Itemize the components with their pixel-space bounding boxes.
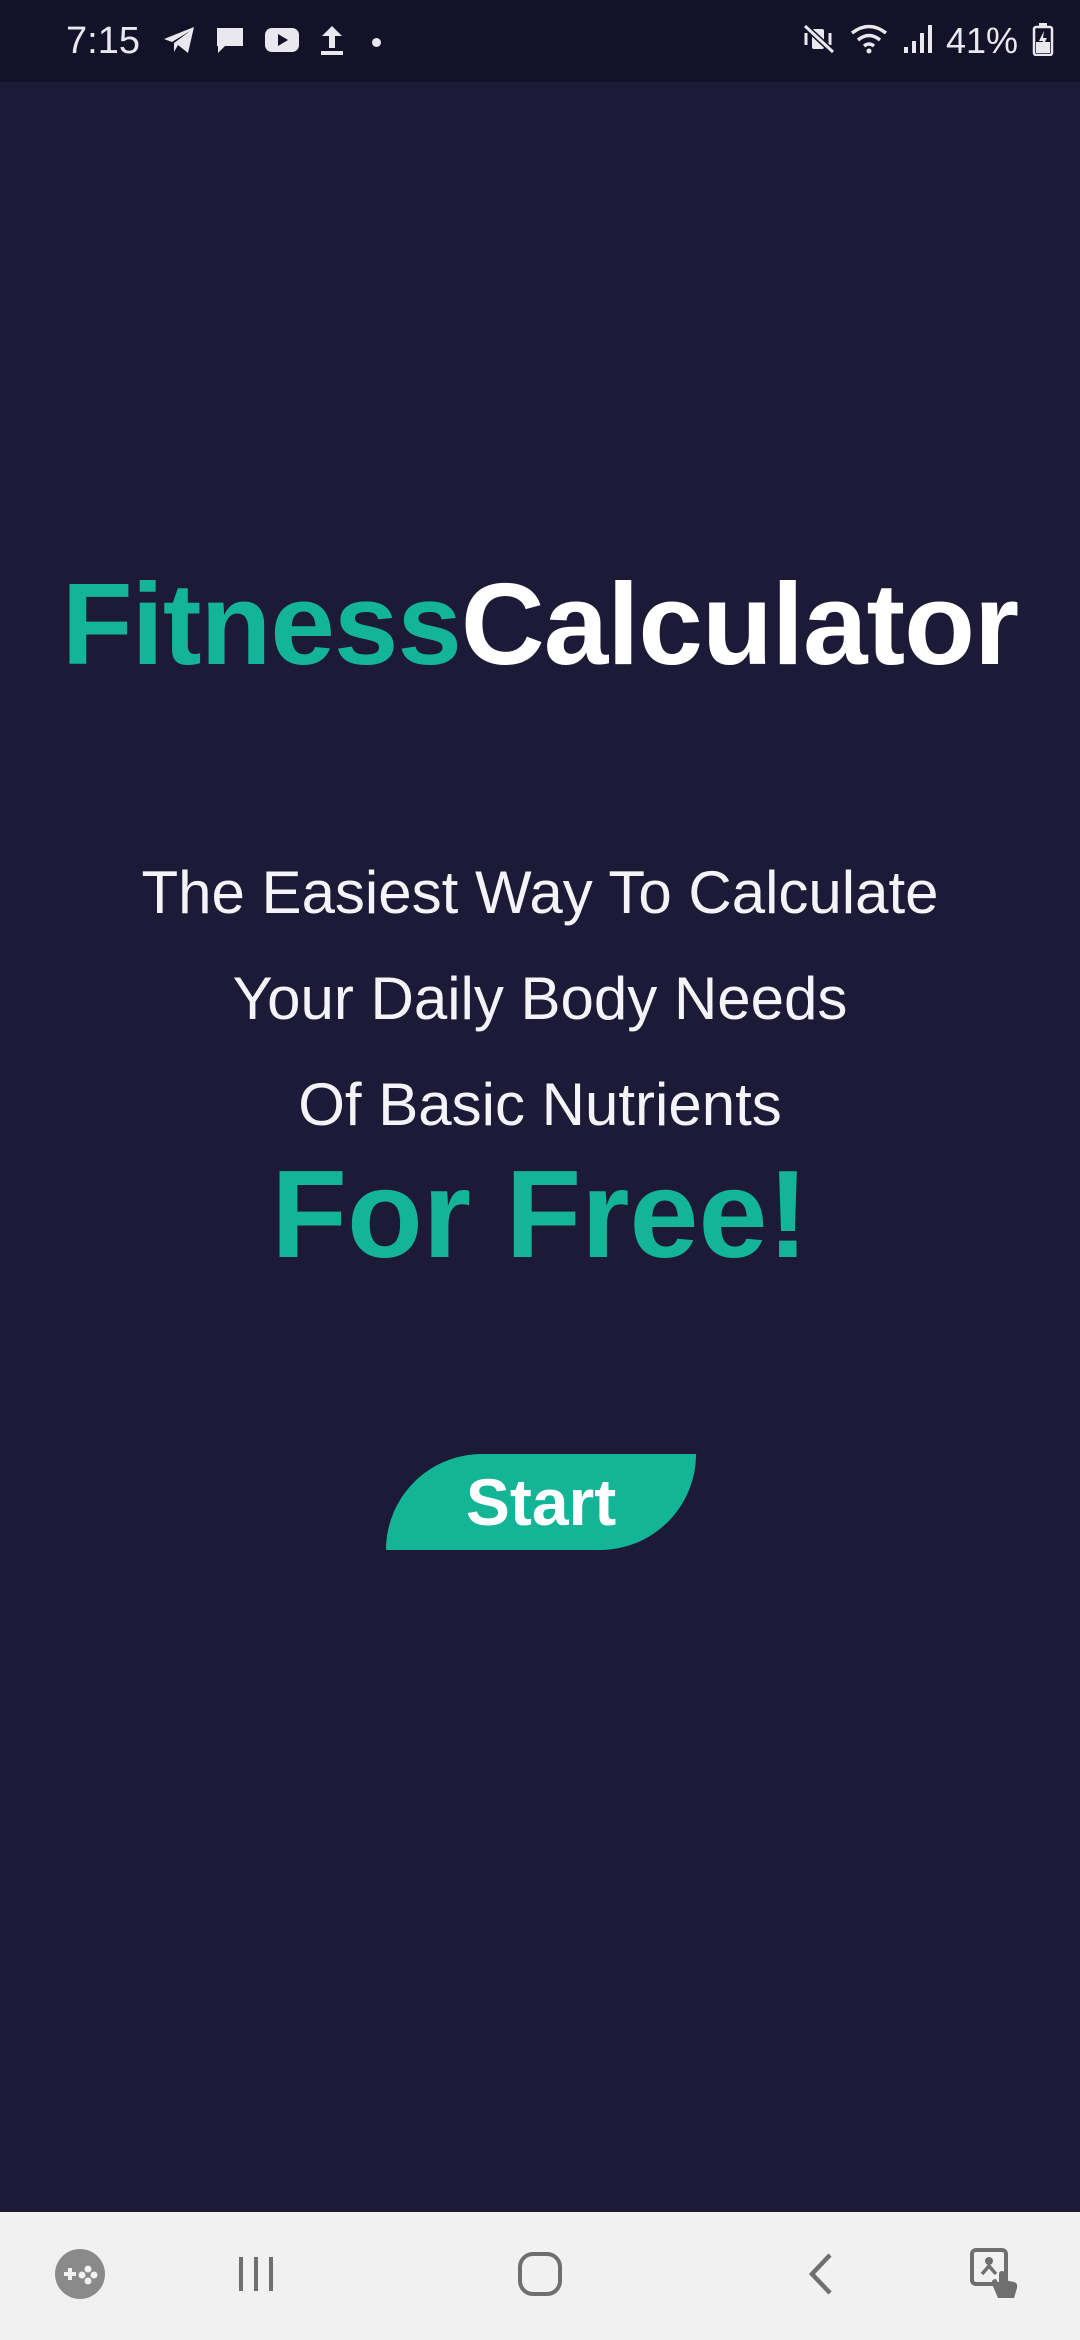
- tagline-line-2: Your Daily Body Needs: [232, 965, 848, 1032]
- youtube-icon: [264, 26, 300, 59]
- app-title-fitness: Fitness: [61, 559, 462, 689]
- accessibility-button[interactable]: [950, 2212, 1040, 2340]
- navigation-bar: [0, 2212, 1080, 2340]
- wifi-icon: [850, 23, 888, 60]
- status-time: 7:15: [66, 20, 140, 62]
- home-icon: [517, 2251, 563, 2302]
- tagline: The Easiest Way To Calculate Your Daily …: [0, 840, 1080, 1158]
- upload-icon: [318, 24, 346, 61]
- tagline-line-3: Of Basic Nutrients: [298, 1071, 782, 1138]
- battery-icon: [1032, 22, 1054, 61]
- game-launcher-button[interactable]: [40, 2212, 120, 2340]
- recent-apps-icon: [235, 2254, 277, 2299]
- accessibility-icon: [968, 2246, 1022, 2307]
- system-icons: 41%: [802, 20, 1054, 62]
- for-free-highlight: For Free!: [271, 1146, 809, 1284]
- mute-vibrate-icon: [802, 23, 836, 60]
- status-bar: 7:15 41%: [0, 0, 1080, 82]
- back-button[interactable]: [780, 2212, 860, 2340]
- game-launcher-icon: [53, 2247, 107, 2306]
- start-button-label: Start: [465, 1465, 617, 1539]
- back-icon: [805, 2251, 835, 2302]
- home-button[interactable]: [500, 2212, 580, 2340]
- tagline-line-1: The Easiest Way To Calculate: [141, 859, 939, 926]
- signal-icon: [902, 23, 932, 60]
- telegram-icon: [162, 25, 196, 60]
- app-title: FitnessCalculator: [0, 560, 1080, 688]
- app-title-calculator: Calculator: [460, 559, 1019, 689]
- battery-percent: 41%: [945, 20, 1018, 61]
- more-notifications-dot: [372, 38, 381, 47]
- chat-icon: [214, 25, 246, 60]
- start-button[interactable]: Start: [386, 1454, 696, 1550]
- app-screen: 7:15 41% FitnessCalculator The Easiest W…: [0, 0, 1080, 2340]
- notification-icons: [162, 24, 381, 61]
- recent-apps-button[interactable]: [216, 2212, 296, 2340]
